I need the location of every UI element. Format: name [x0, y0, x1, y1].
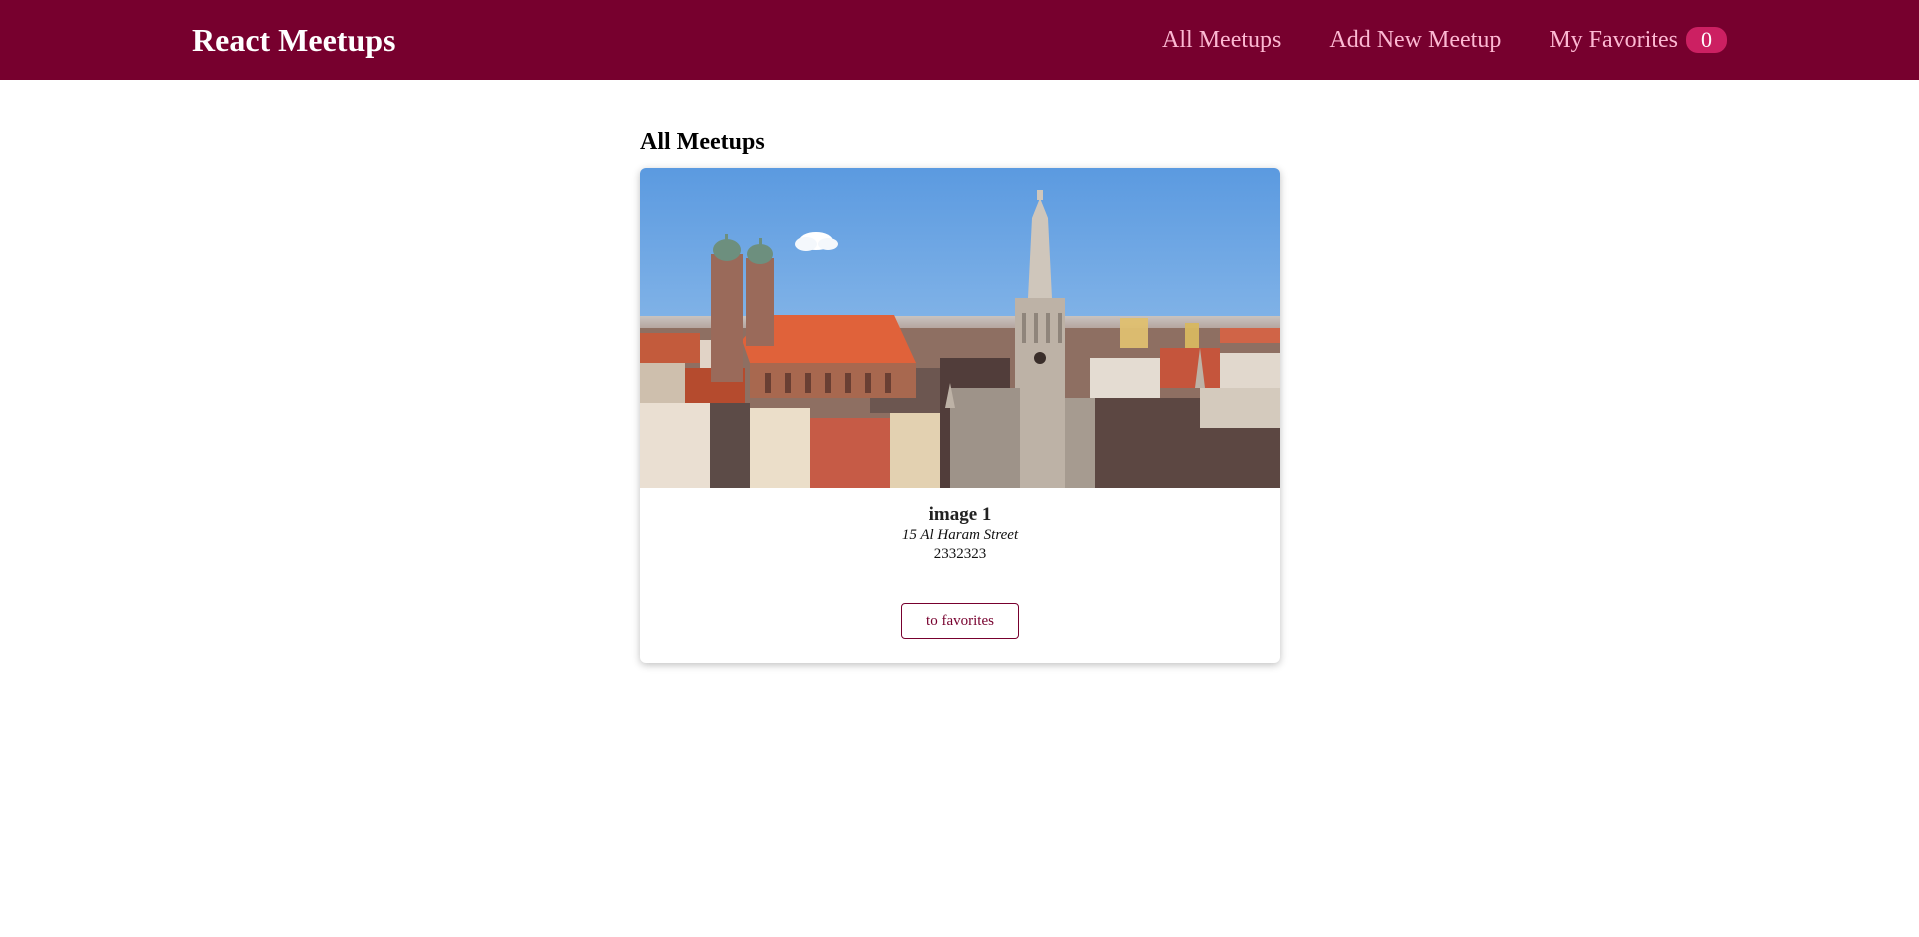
nav-link-add-meetup-label: Add New Meetup [1329, 26, 1502, 53]
app-logo: React Meetups [192, 22, 396, 58]
meetup-actions: to favorites [640, 563, 1280, 663]
nav-link-all-meetups-label: All Meetups [1162, 26, 1282, 53]
main-header: React Meetups All Meetups Add New Meetup… [0, 0, 1919, 80]
main-navigation: All Meetups Add New Meetup My Favorites … [1162, 0, 1727, 80]
meetup-list: image 1 15 Al Haram Street 2332323 to fa… [640, 168, 1280, 663]
page-title: All Meetups [640, 129, 765, 155]
nav-link-add-meetup[interactable]: Add New Meetup [1329, 27, 1501, 54]
nav-link-all-meetups[interactable]: All Meetups [1162, 27, 1281, 54]
nav-link-favorites[interactable]: My Favorites 0 [1549, 27, 1727, 54]
to-favorites-button[interactable]: to favorites [901, 603, 1019, 639]
meetup-card: image 1 15 Al Haram Street 2332323 to fa… [640, 168, 1280, 663]
main-content: All Meetups image 1 15 Al Haram Street 2… [640, 80, 1280, 663]
nav-link-favorites-label: My Favorites [1549, 26, 1678, 53]
meetup-content: image 1 15 Al Haram Street 2332323 [640, 488, 1280, 563]
meetup-title: image 1 [928, 504, 992, 525]
meetup-image [640, 168, 1280, 488]
meetup-address: 15 Al Haram Street [901, 527, 1019, 543]
meetup-description: 2332323 [933, 546, 987, 562]
favorites-count-badge: 0 [1686, 27, 1727, 53]
